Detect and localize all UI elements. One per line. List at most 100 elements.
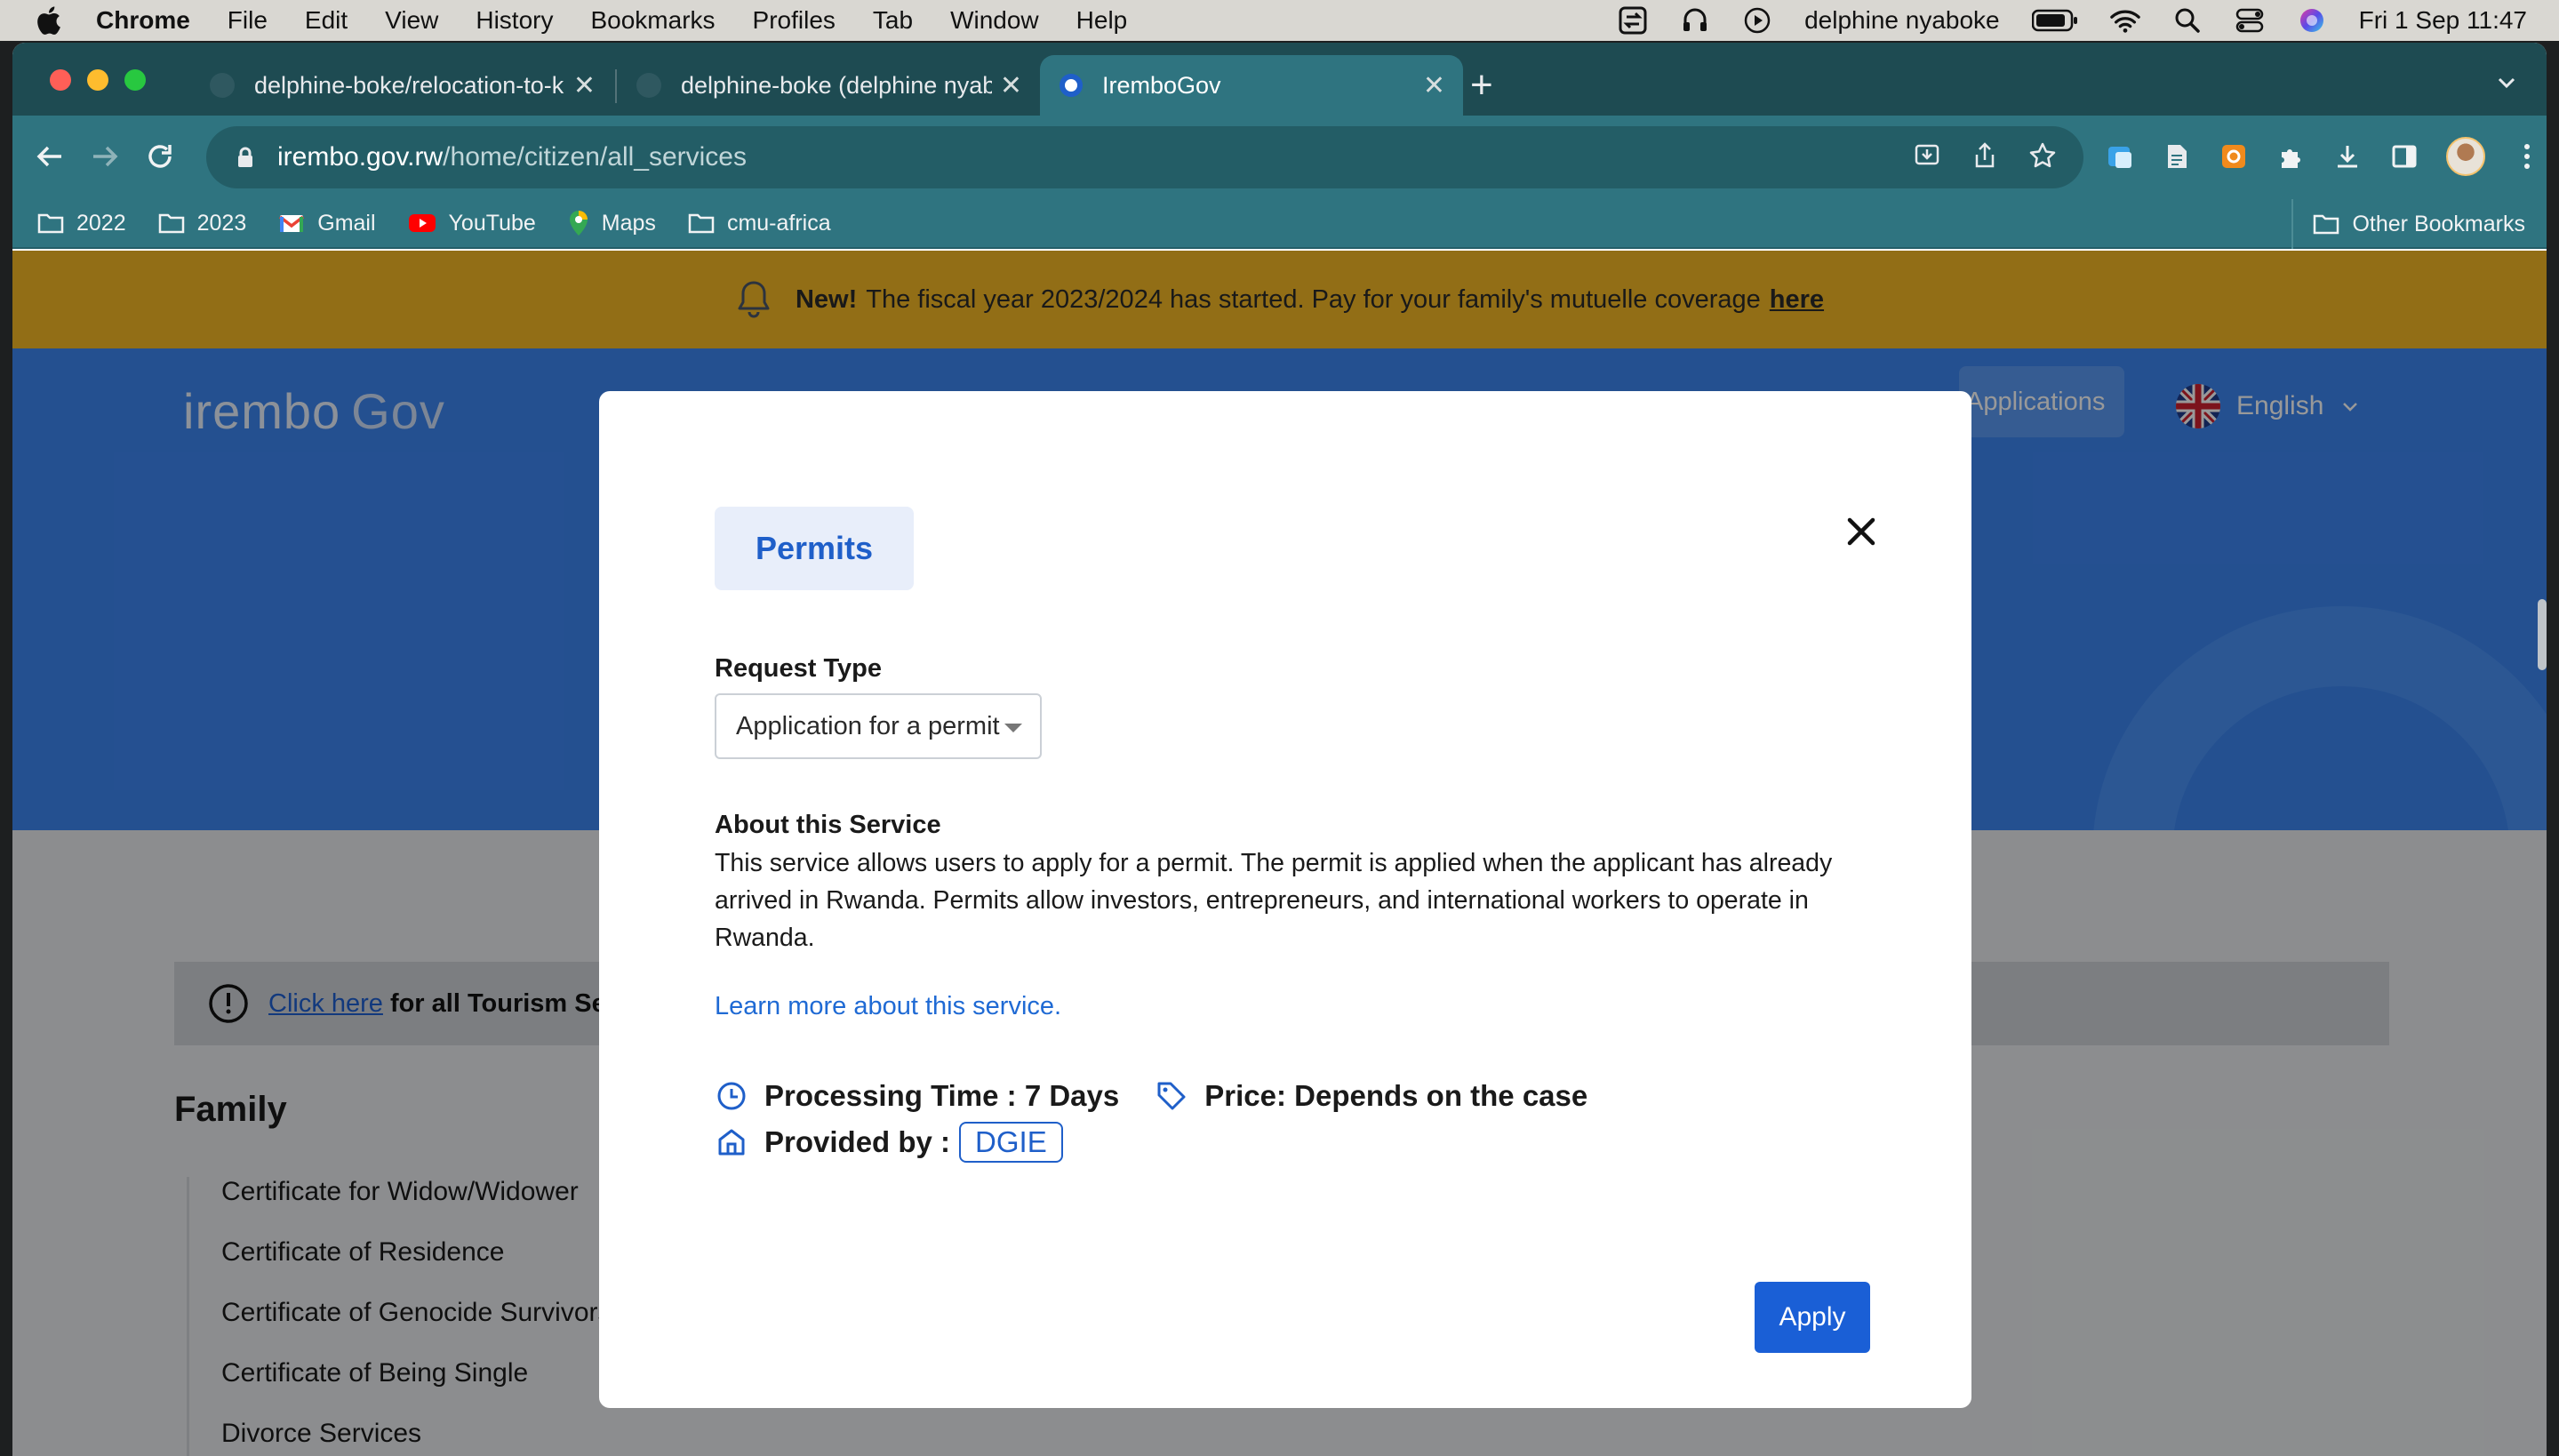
profile-avatar[interactable] bbox=[2446, 137, 2485, 176]
url-host: irembo.gov.rw bbox=[277, 142, 444, 172]
spotlight-search-icon[interactable] bbox=[2172, 5, 2203, 36]
request-type-label: Request Type bbox=[715, 654, 883, 683]
service-details-modal: Permits Request Type Application for a p… bbox=[599, 391, 1971, 1408]
menu-edit[interactable]: Edit bbox=[305, 6, 348, 35]
kebab-menu-icon[interactable] bbox=[2512, 141, 2542, 172]
window-close-button[interactable] bbox=[50, 69, 71, 91]
translate-extension-icon[interactable] bbox=[2105, 141, 2135, 172]
bookmark-label: Maps bbox=[601, 210, 656, 236]
menu-file[interactable]: File bbox=[228, 6, 268, 35]
provider-row: Provided by : DGIE bbox=[715, 1122, 1063, 1163]
menu-bookmarks[interactable]: Bookmarks bbox=[590, 6, 715, 35]
bookmark-2022[interactable]: 2022 bbox=[37, 211, 126, 236]
orange-extension-icon[interactable] bbox=[2219, 141, 2249, 172]
other-bookmarks-label: Other Bookmarks bbox=[2352, 211, 2525, 236]
battery-icon[interactable] bbox=[2031, 5, 2078, 36]
headphones-icon[interactable] bbox=[1680, 5, 1710, 36]
folder-icon bbox=[158, 213, 184, 234]
menu-view[interactable]: View bbox=[385, 6, 438, 35]
siri-icon[interactable] bbox=[2297, 5, 2327, 36]
back-button[interactable] bbox=[30, 137, 69, 176]
request-type-select[interactable]: Application for a permit bbox=[715, 693, 1042, 759]
window-minimize-button[interactable] bbox=[87, 69, 108, 91]
menu-app-name[interactable]: Chrome bbox=[96, 6, 190, 35]
menubar-datetime[interactable]: Fri 1 Sep 11:47 bbox=[2359, 6, 2527, 35]
bookmark-label: Gmail bbox=[317, 210, 376, 236]
tab-close-icon[interactable]: ✕ bbox=[573, 70, 596, 101]
address-bar-actions bbox=[1913, 126, 2057, 188]
menubar-user-name[interactable]: delphine nyaboke bbox=[1804, 6, 2000, 35]
processing-price-row: Processing Time : 7 Days Price: Depends … bbox=[715, 1079, 1587, 1113]
extensions-area bbox=[2105, 128, 2542, 185]
tab-github-relocation[interactable]: delphine-boke/relocation-to-ki ✕ bbox=[190, 55, 613, 116]
forward-button[interactable] bbox=[85, 137, 124, 176]
window-zoom-button[interactable] bbox=[124, 69, 146, 91]
bookmark-youtube[interactable]: YouTube bbox=[408, 211, 536, 236]
caret-down-icon bbox=[1004, 724, 1022, 732]
menu-help[interactable]: Help bbox=[1076, 6, 1128, 35]
clock-icon bbox=[715, 1079, 748, 1113]
close-icon[interactable] bbox=[1838, 508, 1884, 555]
address-bar[interactable]: irembo.gov.rw/home/citizen/all_services bbox=[206, 126, 2083, 188]
folder-icon bbox=[37, 213, 64, 234]
price-text: Price: Depends on the case bbox=[1204, 1079, 1588, 1112]
bookmark-label: cmu-africa bbox=[726, 210, 831, 236]
tab-title: delphine-boke (delphine nyabo bbox=[681, 71, 992, 99]
tab-close-icon[interactable]: ✕ bbox=[1000, 70, 1022, 101]
screen-mirror-icon[interactable] bbox=[1618, 5, 1648, 36]
menu-tab[interactable]: Tab bbox=[873, 6, 913, 35]
url-path: /home/citizen/all_services bbox=[443, 142, 747, 172]
other-bookmarks[interactable]: Other Bookmarks bbox=[2291, 199, 2525, 249]
browser-toolbar: irembo.gov.rw/home/citizen/all_services bbox=[12, 116, 2547, 199]
youtube-icon bbox=[408, 214, 436, 232]
provided-by-label: Provided by : bbox=[764, 1125, 951, 1158]
side-panel-icon[interactable] bbox=[2389, 141, 2419, 172]
price-tag-icon bbox=[1155, 1079, 1188, 1113]
bookmark-maps[interactable]: Maps bbox=[568, 210, 656, 236]
bookmark-label: YouTube bbox=[448, 210, 536, 236]
wifi-icon[interactable] bbox=[2109, 5, 2140, 36]
control-center-icon[interactable] bbox=[2235, 5, 2265, 36]
new-tab-button[interactable]: + bbox=[1470, 66, 1493, 105]
menu-history[interactable]: History bbox=[476, 6, 553, 35]
tab-github-profile[interactable]: delphine-boke (delphine nyabo ✕ bbox=[617, 55, 1040, 116]
downloads-icon[interactable] bbox=[2332, 141, 2363, 172]
document-extension-icon[interactable] bbox=[2162, 141, 2192, 172]
bookmark-label: 2023 bbox=[196, 210, 247, 236]
install-app-icon[interactable] bbox=[1913, 141, 1941, 174]
extensions-puzzle-icon[interactable] bbox=[2275, 141, 2306, 172]
folder-icon bbox=[2314, 214, 2339, 235]
reload-button[interactable] bbox=[140, 137, 180, 176]
learn-more-link[interactable]: Learn more about this service. bbox=[715, 992, 1061, 1021]
price-info: Price: Depends on the case bbox=[1155, 1079, 1587, 1113]
tab-irembogov[interactable]: IremboGov ✕ bbox=[1040, 55, 1463, 116]
play-circle-icon[interactable] bbox=[1742, 5, 1772, 36]
tab-title: delphine-boke/relocation-to-ki bbox=[254, 71, 565, 99]
irembo-favicon-icon bbox=[1060, 74, 1083, 97]
github-favicon-icon bbox=[636, 73, 661, 98]
maps-icon bbox=[569, 211, 588, 236]
menu-window[interactable]: Window bbox=[950, 6, 1039, 35]
apple-icon[interactable] bbox=[32, 4, 64, 36]
bookmark-cmu-africa[interactable]: cmu-africa bbox=[688, 211, 831, 236]
processing-time: Processing Time : 7 Days bbox=[764, 1079, 1120, 1112]
url-text: irembo.gov.rw/home/citizen/all_services bbox=[277, 142, 747, 172]
page-scrollbar[interactable] bbox=[2538, 599, 2547, 670]
page-content: New! The fiscal year 2023/2024 has start… bbox=[12, 251, 2547, 1456]
bookmark-2023[interactable]: 2023 bbox=[158, 210, 247, 236]
service-category-chip: Permits bbox=[715, 507, 914, 590]
bookmark-gmail[interactable]: Gmail bbox=[278, 210, 376, 236]
folder-icon bbox=[688, 213, 715, 234]
menubar-status-area: delphine nyaboke Fri 1 Sep 11:47 bbox=[1618, 0, 2527, 41]
tab-close-icon[interactable]: ✕ bbox=[1423, 70, 1445, 101]
bookmark-star-icon[interactable] bbox=[2028, 141, 2057, 174]
share-icon[interactable] bbox=[1971, 141, 1998, 174]
apply-button[interactable]: Apply bbox=[1755, 1282, 1870, 1353]
bookmark-label: 2022 bbox=[76, 210, 126, 236]
lock-icon[interactable] bbox=[233, 145, 258, 170]
provider-badge: DGIE bbox=[959, 1122, 1063, 1163]
menu-profiles[interactable]: Profiles bbox=[753, 6, 836, 35]
tab-strip: delphine-boke/relocation-to-ki ✕ delphin… bbox=[12, 43, 2547, 116]
building-icon bbox=[715, 1125, 748, 1159]
tab-search-chevron-icon[interactable] bbox=[2493, 69, 2520, 96]
